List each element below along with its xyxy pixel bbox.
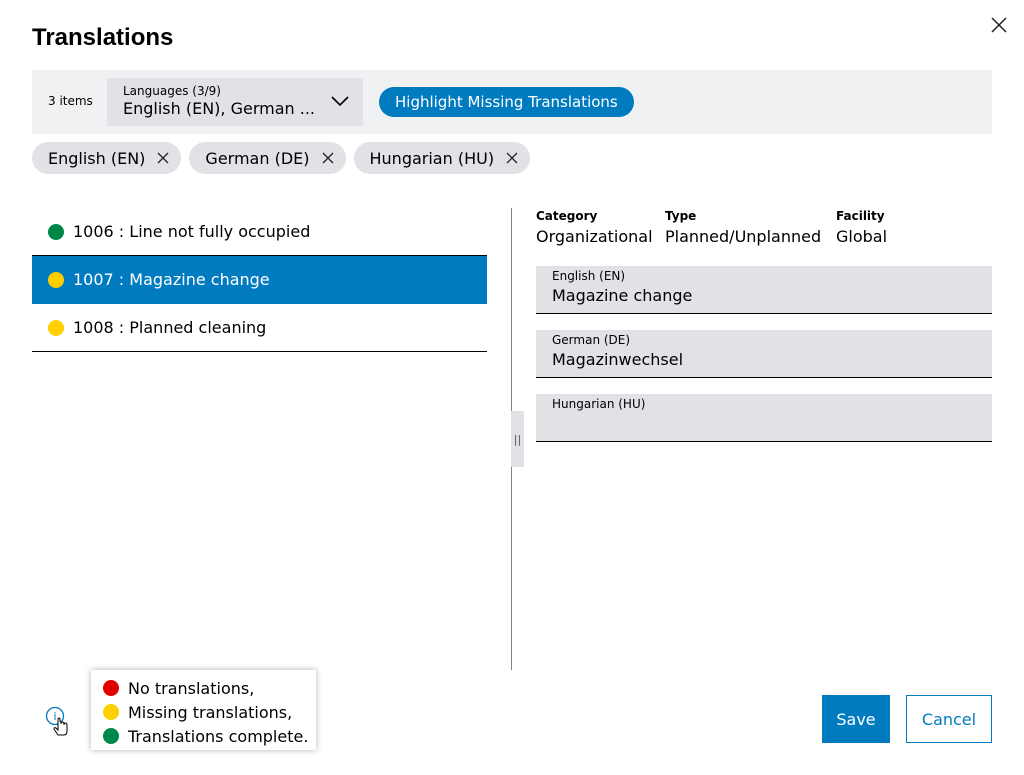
hungarian-translation-field[interactable]: Hungarian (HU)	[536, 394, 992, 442]
legend-label: Missing translations,	[128, 702, 293, 722]
chip-label: Hungarian (HU)	[369, 148, 495, 168]
field-label: Hungarian (HU)	[552, 397, 646, 411]
close-icon[interactable]	[502, 148, 522, 168]
category-value: Organizational	[536, 227, 653, 246]
info-icon[interactable]: i	[44, 705, 70, 743]
legend-row: Translations complete.	[103, 724, 316, 748]
legend-row: No translations,	[103, 676, 316, 700]
list-item[interactable]: 1006 : Line not fully occupied	[32, 208, 487, 256]
english-translation-field[interactable]: English (EN) Magazine change	[536, 266, 992, 314]
highlight-missing-translations-button[interactable]: Highlight Missing Translations	[379, 87, 634, 117]
item-count: 3 items	[48, 94, 93, 108]
field-label: German (DE)	[552, 333, 631, 347]
chip-label: English (EN)	[48, 148, 146, 168]
field-value: Magazine change	[552, 286, 693, 305]
save-button[interactable]: Save	[822, 695, 890, 743]
german-translation-field[interactable]: German (DE) Magazinwechsel	[536, 330, 992, 378]
languages-select[interactable]: Languages (3/9) English (EN), German ...	[107, 78, 363, 126]
list-item-label: 1008 : Planned cleaning	[73, 318, 267, 337]
list-item[interactable]: 1008 : Planned cleaning	[32, 304, 487, 352]
languages-select-value: English (EN), German ...	[123, 99, 316, 118]
list-item-label: 1006 : Line not fully occupied	[73, 222, 311, 241]
status-dot	[103, 680, 119, 696]
languages-select-label: Languages (3/9)	[123, 84, 221, 98]
facility-meta: Facility Global	[836, 209, 887, 246]
field-value: Magazinwechsel	[552, 350, 684, 369]
dialog-title: Translations	[32, 24, 174, 51]
chip-hungarian: Hungarian (HU)	[353, 142, 531, 174]
type-label: Type	[665, 209, 697, 223]
chip-german: German (DE)	[189, 142, 346, 174]
chip-label: German (DE)	[205, 148, 310, 168]
status-dot	[48, 271, 64, 288]
cancel-button[interactable]: Cancel	[906, 695, 992, 743]
close-icon[interactable]	[153, 148, 173, 168]
facility-value: Global	[836, 227, 888, 246]
split-handle[interactable]: ||	[511, 411, 524, 467]
category-label: Category	[536, 209, 598, 223]
status-dot	[48, 319, 64, 336]
status-dot	[103, 704, 119, 720]
type-value: Planned/Unplanned	[665, 227, 822, 246]
chip-english: English (EN)	[32, 142, 182, 174]
legend-row: Missing translations,	[103, 700, 316, 724]
language-chips: English (EN) German (DE) Hungarian (HU)	[32, 142, 531, 174]
legend-label: Translations complete.	[128, 726, 309, 746]
close-icon[interactable]	[318, 148, 338, 168]
status-dot	[103, 728, 119, 744]
close-icon[interactable]	[986, 12, 1012, 38]
toolbar: 3 items Languages (3/9) English (EN), Ge…	[32, 70, 992, 134]
category-meta: Category Organizational	[536, 209, 653, 246]
reason-list: 1006 : Line not fully occupied 1007 : Ma…	[32, 208, 487, 352]
chevron-down-icon	[331, 96, 349, 107]
status-legend-tooltip: No translations, Missing translations, T…	[91, 670, 316, 750]
svg-text:i: i	[53, 710, 56, 723]
legend-label: No translations,	[128, 678, 255, 698]
list-item-selected[interactable]: 1007 : Magazine change	[32, 256, 487, 304]
status-dot	[48, 223, 64, 240]
facility-label: Facility	[836, 209, 885, 223]
type-meta: Type Planned/Unplanned	[665, 209, 821, 246]
field-label: English (EN)	[552, 269, 626, 283]
list-item-label: 1007 : Magazine change	[73, 270, 270, 289]
